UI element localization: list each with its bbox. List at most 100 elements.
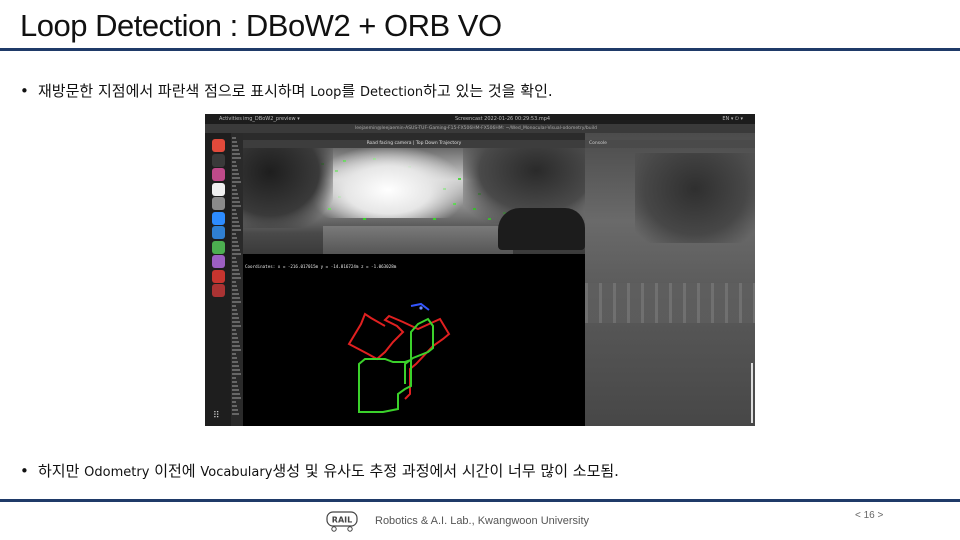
terminal-icon[interactable] [212, 153, 225, 167]
console-title: Console [589, 141, 607, 146]
terminal-line [232, 181, 241, 183]
terminal-line [232, 205, 241, 207]
application-dock: ⠿ [205, 133, 231, 426]
terminal-line [232, 397, 241, 399]
terminal-path: leejaemin@leejaemin-ASUS-TUF-Gaming-F15-… [355, 126, 597, 131]
terminal-line [232, 145, 238, 147]
terminal-line [232, 409, 238, 411]
terminal-line [232, 301, 241, 303]
terminal-line [232, 345, 240, 347]
bullet-text-part: 를 [341, 82, 361, 100]
activities-label[interactable]: Activities [219, 114, 242, 124]
app-menu[interactable]: img_DBoW2_preview ▾ [243, 114, 300, 124]
terminal-line [232, 225, 240, 227]
bullet-text-part: Loop [310, 85, 342, 100]
gear-icon[interactable] [212, 197, 225, 210]
embedded-screenshot: Activities img_DBoW2_preview ▾ Screencas… [205, 114, 755, 426]
show-apps-icon[interactable]: ⠿ [213, 411, 224, 422]
slide-title: Loop Detection : DBoW2 + ORB VO [20, 8, 502, 43]
terminal-line [232, 253, 241, 255]
orb-feature-point [433, 218, 436, 220]
terminal-line [232, 385, 238, 387]
terminal-line [232, 289, 238, 291]
system-tray[interactable]: EN ▾ ⏻ ▾ [722, 114, 743, 124]
camera-icon[interactable] [212, 284, 225, 297]
terminal-line [232, 329, 236, 331]
terminal-line [232, 233, 236, 235]
console-header: Console [585, 140, 755, 148]
terminal-line [232, 141, 237, 143]
bullet-text-part: 하지만 [38, 462, 85, 480]
terminal-line [232, 229, 241, 231]
terminal-line [232, 169, 238, 171]
terminal-line [232, 357, 237, 359]
scrollbar[interactable] [751, 363, 753, 423]
bullet-text-part: Odometry [84, 465, 150, 480]
background-tree [635, 153, 755, 243]
bullet-text-part: 재방문한 지점에서 파란색 점으로 표시하며 [38, 82, 311, 100]
bullet-dot: • [20, 462, 29, 480]
terminal-line [232, 217, 238, 219]
desktop-topbar: Activities img_DBoW2_preview ▾ Screencas… [205, 114, 755, 124]
terminal-line [232, 177, 240, 179]
video-icon[interactable] [212, 269, 225, 283]
terminal-line [232, 265, 238, 267]
terminal-line [232, 333, 237, 335]
viewer-title: Road facing camera | Top Down Trajectory [243, 140, 585, 148]
terminal-line [232, 305, 236, 307]
camera-sky [313, 148, 463, 218]
road-camera-view [243, 148, 585, 254]
terminal-line [232, 201, 240, 203]
terminal-line [232, 405, 237, 407]
terminal-line [232, 325, 241, 327]
terminal-line [232, 413, 239, 415]
terminal-line [232, 221, 239, 223]
terminal-line [232, 149, 239, 151]
terminal-line [232, 245, 239, 247]
footer-divider [0, 499, 960, 502]
chrome-icon[interactable] [212, 139, 225, 152]
terminal-line [232, 213, 237, 215]
github-icon[interactable] [212, 182, 225, 196]
terminal-line [232, 353, 236, 355]
page-number: < 16 > [855, 510, 884, 521]
trajectory-view: Coordinates: x = -216.017015m y = -14.81… [243, 254, 585, 426]
terminal-line [232, 337, 238, 339]
notes-icon[interactable] [212, 255, 225, 268]
terminal-line [232, 321, 240, 323]
chat-icon[interactable] [212, 240, 225, 254]
logo-text: RAIL [332, 516, 352, 525]
background-fence [585, 283, 755, 323]
terminal-line [232, 317, 239, 319]
current-position-dot [419, 306, 423, 310]
lab-name: Robotics & A.I. Lab., Kwangwoon Universi… [375, 515, 589, 527]
camera-tree-left [243, 148, 333, 228]
camera-road [323, 226, 513, 254]
terminal-line [232, 349, 241, 351]
terminal-line [232, 257, 236, 259]
bullet-loop-detection: • 재방문한 지점에서 파란색 점으로 표시하며 Loop를 Detection하… [20, 80, 553, 101]
terminal-line [232, 361, 238, 363]
terminal-line [232, 341, 239, 343]
terminal-line [232, 137, 236, 139]
terminal-line [232, 381, 237, 383]
terminal-line [232, 153, 240, 155]
terminal-line [232, 193, 238, 195]
terminal-output-strip [231, 133, 243, 426]
title-divider [0, 48, 960, 51]
slack-icon[interactable] [212, 168, 225, 181]
bullet-time-cost: • 하지만 Odometry 이전에 Vocabulary생성 및 유사도 추정 … [20, 460, 619, 481]
bullet-text-part: Vocabulary [200, 465, 273, 480]
vscode-icon[interactable] [212, 226, 225, 239]
trajectory-plot [347, 302, 451, 413]
terminal-line [232, 173, 239, 175]
zoom-icon[interactable] [212, 211, 225, 225]
terminal-line [232, 209, 236, 211]
terminal-line [232, 369, 240, 371]
terminal-window-bar: leejaemin@leejaemin-ASUS-TUF-Gaming-F15-… [205, 124, 755, 133]
terminal-line [232, 373, 241, 375]
bullet-text-part: 생성 및 유사도 추정 과정에서 시간이 너무 많이 소모됨. [272, 462, 619, 480]
orb-feature-point [363, 218, 366, 220]
terminal-line [232, 285, 237, 287]
terminal-line [232, 293, 239, 295]
